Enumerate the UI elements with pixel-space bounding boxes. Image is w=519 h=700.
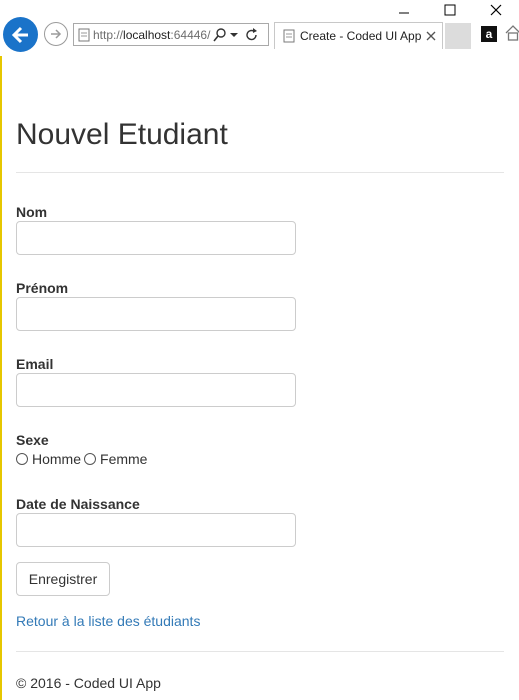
sexe-label: Sexe <box>16 432 49 448</box>
femme-radio[interactable] <box>84 453 97 465</box>
sexe-radio-group: Homme Femme <box>16 451 150 467</box>
maximize-icon[interactable] <box>427 0 473 20</box>
email-label: Email <box>16 356 54 372</box>
amazon-icon[interactable]: a <box>481 26 497 42</box>
home-icon[interactable] <box>505 25 519 41</box>
footer-divider <box>16 651 504 652</box>
homme-radio-label: Homme <box>32 451 82 467</box>
search-icon[interactable] <box>213 27 227 42</box>
femme-radio-label: Femme <box>100 451 148 467</box>
date-naissance-label: Date de Naissance <box>16 496 140 512</box>
back-button[interactable] <box>3 17 38 52</box>
save-button[interactable]: Enregistrer <box>16 562 110 596</box>
prenom-input[interactable] <box>16 297 296 331</box>
browser-chrome: http://localhost:64446/ Create - Coded U… <box>0 0 519 56</box>
divider <box>16 172 504 173</box>
close-window-icon[interactable] <box>473 0 519 20</box>
email-input[interactable] <box>16 373 296 407</box>
prenom-label: Prénom <box>16 280 69 296</box>
close-tab-icon[interactable] <box>426 31 436 41</box>
refresh-icon[interactable] <box>245 27 259 42</box>
tab-title: Create - Coded UI App <box>300 29 422 43</box>
back-to-list-link[interactable]: Retour à la liste des étudiants <box>16 613 200 629</box>
minimize-icon[interactable] <box>381 0 427 20</box>
date-naissance-input[interactable] <box>16 513 296 547</box>
page-icon <box>78 28 90 41</box>
window-edge <box>0 0 2 700</box>
arrow-left-icon <box>11 26 28 43</box>
forward-button[interactable] <box>44 22 68 46</box>
address-url: http://localhost:64446/ <box>93 27 211 42</box>
new-tab-button[interactable] <box>445 23 471 49</box>
page-title: Nouvel Etudiant <box>16 118 228 151</box>
footer-text: © 2016 - Coded UI App <box>16 675 161 691</box>
nom-input[interactable] <box>16 221 296 255</box>
homme-radio[interactable] <box>16 453 28 465</box>
tab-create[interactable]: Create - Coded UI App <box>274 22 443 49</box>
address-bar[interactable]: http://localhost:64446/ <box>73 23 269 46</box>
chevron-down-icon[interactable] <box>229 30 239 40</box>
arrow-right-icon <box>51 29 62 39</box>
nom-label: Nom <box>16 204 48 220</box>
page-icon <box>283 29 295 43</box>
